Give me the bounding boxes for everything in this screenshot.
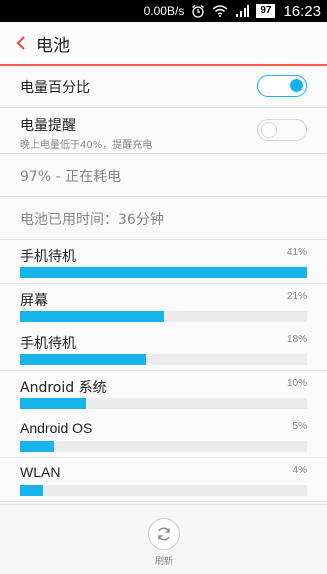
usage-bar-fill [20,441,55,452]
toggle-knob [290,79,303,92]
refresh-icon [158,527,170,541]
usage-item-percent: 10% [286,377,307,389]
usage-bar-track [20,397,307,409]
usage-bar-fill [20,310,164,322]
back-button[interactable] [6,21,36,65]
refresh-label: 刷新 [154,557,173,567]
usage-bar-track [20,310,307,322]
usage-item-name: 手机待机 [20,249,76,265]
usage-item[interactable]: 手机待机 18% [0,327,327,371]
usage-item-percent: 21% [286,290,307,302]
battery-percent-label: 电量百分比 [20,80,90,96]
network-speed: 0.00B/s [143,4,185,18]
battery-icon: 97 [256,4,276,18]
usage-item-name: Android 系统 [20,379,107,396]
usage-bar-fill [20,354,147,365]
usage-bar-track [20,354,307,365]
usage-item-name: WLAN [20,463,61,480]
usage-item-percent: 4% [292,464,307,476]
usage-item[interactable]: 手机待机 41% [0,240,327,284]
usage-item[interactable]: WLAN 4% [0,457,327,502]
battery-reminder-subtitle: 晚上电量低于40%，提醒充电 [20,140,153,151]
alarm-icon [191,4,205,18]
usage-bar-fill [20,397,86,409]
usage-time-row: 电池已用时间：36分钟 [0,197,327,240]
usage-item[interactable]: 屏幕 21% [0,283,327,328]
usage-item[interactable]: Android 系统 10% [0,370,327,415]
battery-reminder-label: 电量提醒 [20,118,76,134]
usage-bar-fill [20,267,307,278]
bottom-bar: 刷新 [0,504,327,574]
battery-percent-row[interactable]: 电量百分比 [0,66,327,108]
usage-item-name: 屏幕 [20,292,48,309]
usage-item-name: Android OS [20,420,93,436]
chevron-left-icon [16,36,25,50]
usage-item-name: 手机待机 [20,336,76,352]
usage-item-percent: 41% [286,247,307,258]
battery-status-row: 97% - 正在耗电 [0,154,327,197]
page-title: 电池 [36,35,70,56]
battery-reminder-toggle[interactable] [257,119,307,141]
usage-bar-track [20,267,307,278]
toggle-knob [261,122,277,138]
wifi-icon [212,5,228,17]
usage-time-text: 电池已用时间：36分钟 [20,212,164,228]
battery-status-text: 97% - 正在耗电 [20,169,122,185]
clock: 16:23 [283,2,321,20]
battery-reminder-row[interactable]: 电量提醒 晚上电量低于40%，提醒充电 [0,108,327,154]
signal-icon [235,5,250,17]
app-header: 电池 [0,22,327,66]
usage-bar-track [20,441,307,452]
status-bar: 0.00B/s 97 16:23 [0,0,327,22]
usage-item[interactable]: Android OS 5% [0,414,327,458]
battery-percent-toggle[interactable] [257,75,307,97]
usage-item-percent: 5% [292,421,307,432]
usage-item-percent: 18% [286,334,307,345]
usage-bar-track [20,484,307,496]
usage-bar-fill [20,484,43,496]
refresh-button[interactable] [148,518,180,550]
